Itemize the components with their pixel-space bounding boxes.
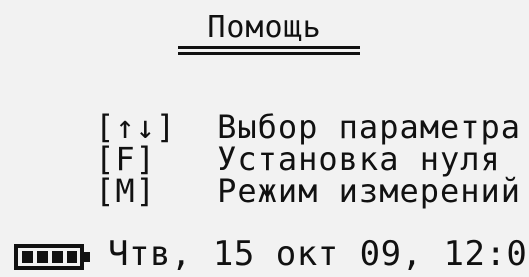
- status-bar: Чтв, 15 окт 09, 12:04: [0, 232, 529, 274]
- title-underline-bottom: [178, 52, 360, 55]
- battery-full-icon: [14, 244, 90, 270]
- page-title: Помощь: [207, 10, 322, 45]
- date-time-readout: Чтв, 15 окт 09, 12:04: [108, 234, 529, 274]
- lcd-screen: Помощь [↑↓] Выбор параметра [F] Установка …: [0, 0, 529, 277]
- title-underline-top: [178, 46, 360, 49]
- help-item-text: Режим измерений: [217, 172, 522, 210]
- key-m-label: [M]: [95, 172, 156, 210]
- help-item-measure-mode: [M] Режим измерений: [14, 140, 521, 242]
